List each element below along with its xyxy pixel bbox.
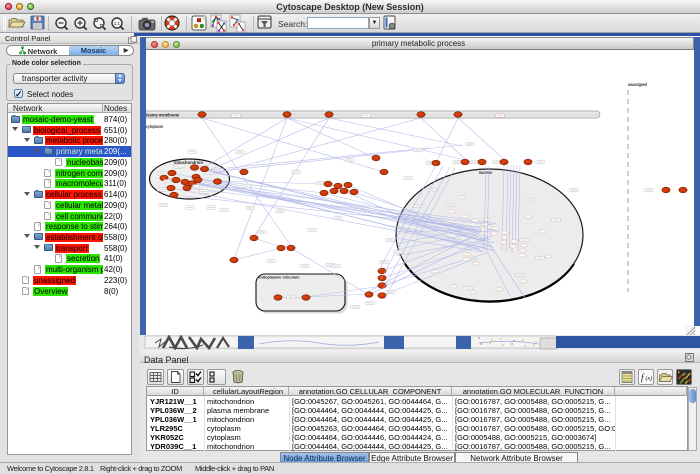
svg-text:endoplasmic reticulum: endoplasmic reticulum — [259, 275, 300, 280]
svg-text:cytoplasm: cytoplasm — [146, 124, 163, 129]
svg-text:plasma membrane: plasma membrane — [144, 113, 179, 118]
svg-text:mitochondrion: mitochondrion — [174, 160, 203, 165]
svg-text:(x): (x) — [646, 375, 653, 382]
svg-text:unassigned: unassigned — [628, 82, 647, 87]
svg-text:1:1: 1:1 — [114, 21, 121, 26]
